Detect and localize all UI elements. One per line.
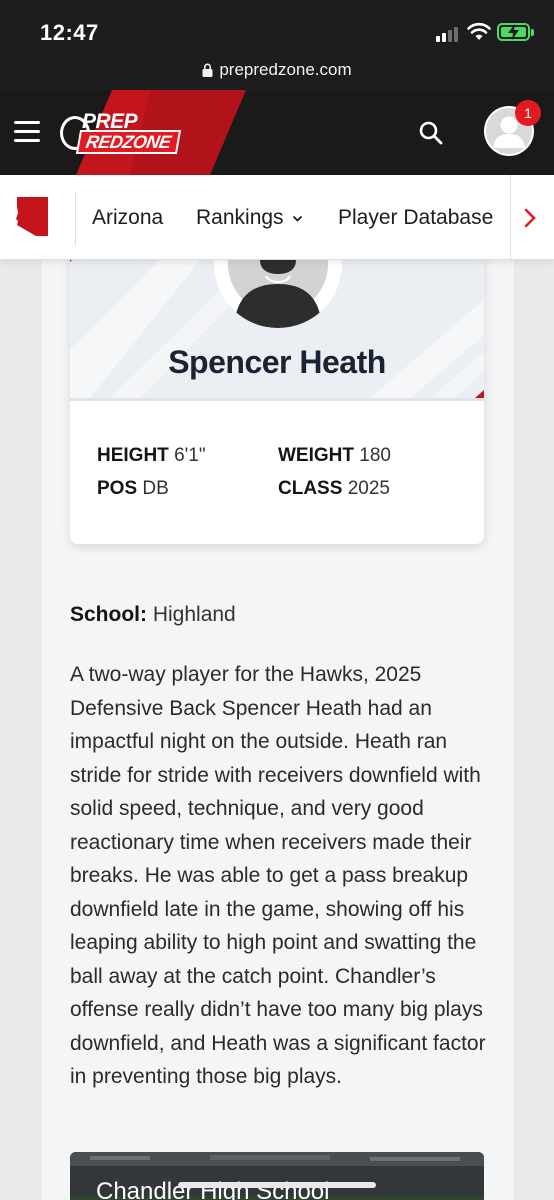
state-nav-bar: Arizona Rankings Player Database	[0, 175, 554, 260]
stat-weight: WEIGHT 180	[278, 445, 391, 466]
wifi-icon	[467, 22, 491, 40]
menu-icon[interactable]	[14, 121, 40, 143]
player-card: Spencer Heath HEIGHT 6'1" WEIGHT 180 POS…	[70, 240, 484, 544]
article-body: A two-way player for the Hawks, 2025 Def…	[70, 663, 486, 1088]
lock-icon	[202, 63, 213, 77]
chevron-right-icon[interactable]	[522, 207, 538, 229]
url-text: prepredzone.com	[219, 60, 352, 79]
logo-redzone-text: REDZONE	[75, 130, 181, 154]
player-name: Spencer Heath	[168, 344, 386, 380]
stat-position: POS DB	[97, 478, 169, 499]
status-bar: 12:47	[0, 0, 554, 60]
cellular-signal-icon	[436, 26, 462, 42]
battery-charging-icon	[497, 23, 534, 41]
search-icon[interactable]	[418, 120, 444, 146]
notification-badge[interactable]: 1	[515, 100, 541, 126]
arizona-state-icon[interactable]	[14, 195, 50, 237]
browser-url-bar[interactable]: prepredzone.com	[0, 60, 554, 90]
site-header: PREP REDZONE	[0, 90, 554, 175]
status-time: 12:47	[40, 20, 99, 45]
nav-item-rankings[interactable]: Rankings	[196, 206, 284, 230]
home-indicator[interactable]	[178, 1182, 376, 1188]
nav-item-arizona[interactable]: Arizona	[92, 206, 163, 230]
player-school: School: Highland	[70, 603, 236, 626]
player-card-hero: Spencer Heath	[70, 240, 484, 398]
stat-height: HEIGHT 6'1"	[97, 445, 206, 466]
stat-class: CLASS 2025	[278, 478, 390, 499]
site-logo[interactable]: PREP REDZONE	[60, 110, 188, 156]
video-thumbnail[interactable]: Chandler High School	[70, 1152, 484, 1200]
chevron-down-icon[interactable]	[292, 215, 303, 223]
nav-item-player-database[interactable]: Player Database	[338, 206, 493, 230]
